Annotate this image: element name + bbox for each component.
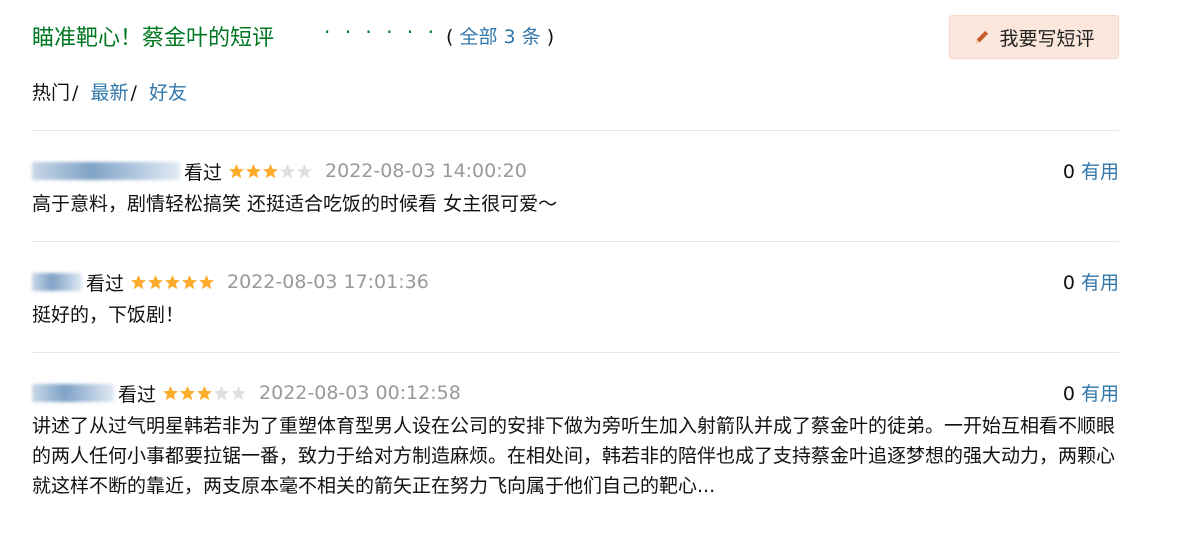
write-comment-button[interactable]: 我要写短评 (949, 15, 1119, 59)
title-dots: · · · · · · (324, 20, 438, 44)
vote-count: 0 (1062, 161, 1075, 183)
comment-count: ( 全部 3 条 ) (446, 22, 554, 49)
star-icon (197, 385, 212, 400)
tab-hot[interactable]: 热门 (32, 82, 70, 104)
comment-meta: 看过 2022-08-03 14:00:20 (32, 157, 1119, 185)
comment-text: 讲述了从过气明星韩若非为了重塑体育型男人设在公司的安排下做为旁听生加入射箭队并成… (32, 415, 1116, 497)
blurred-username[interactable] (32, 273, 82, 291)
comment-text: 挺好的，下饭剧！ (32, 304, 185, 326)
vote-count: 0 (1062, 272, 1075, 294)
star-icon (148, 274, 163, 289)
vote-count: 0 (1062, 383, 1075, 405)
star-icon (246, 163, 261, 178)
useful-button[interactable]: 有用 (1081, 383, 1119, 405)
count-open-paren: ( (446, 26, 454, 48)
star-icon (229, 163, 244, 178)
section-header: 瞄准靶心！蔡金叶的短评 · · · · · · ( 全部 3 条 ) 我要写短评 (32, 15, 1119, 59)
watch-status: 看过 (86, 272, 125, 295)
divider (32, 130, 1119, 131)
star-rating (162, 385, 247, 402)
star-icon (180, 385, 195, 400)
star-icon (263, 163, 278, 178)
divider (32, 241, 1119, 242)
blurred-username[interactable] (32, 384, 114, 402)
star-icon (231, 385, 246, 400)
tab-latest[interactable]: 最新 (90, 82, 128, 104)
comment-item: 看过 2022-08-03 00:12:58 0 有用 讲述了从过气明星韩若非为了… (32, 379, 1119, 501)
section-title: 瞄准靶心！蔡金叶的短评 (32, 26, 275, 51)
write-comment-label: 我要写短评 (999, 27, 1095, 50)
star-icon (214, 385, 229, 400)
comment-time: 2022-08-03 17:01:36 (227, 271, 429, 293)
watch-status: 看过 (184, 161, 223, 184)
divider (32, 352, 1119, 353)
tab-separator: / (72, 82, 79, 104)
star-rating (130, 274, 215, 291)
comment-text: 高于意料，剧情轻松搞笑 还挺适合吃饭的时候看 女主很可爱～ (32, 193, 558, 215)
comment-item: 看过 2022-08-03 17:01:36 0 有用 挺好的，下饭剧！ (32, 268, 1119, 330)
star-icon (297, 163, 312, 178)
star-icon (165, 274, 180, 289)
star-icon (131, 274, 146, 289)
star-icon (280, 163, 295, 178)
vote-area: 0 有用 (1063, 379, 1119, 406)
tab-friends[interactable]: 好友 (149, 82, 187, 104)
comment-meta: 看过 2022-08-03 00:12:58 (32, 379, 1119, 407)
useful-button[interactable]: 有用 (1081, 161, 1119, 183)
blurred-username[interactable] (32, 162, 180, 180)
pencil-icon (976, 30, 989, 44)
star-rating (228, 163, 313, 180)
useful-button[interactable]: 有用 (1081, 272, 1119, 294)
tab-separator: / (130, 82, 137, 104)
comment-item: 看过 2022-08-03 14:00:20 0 有用 高于意料，剧情轻松搞笑 还… (32, 157, 1119, 219)
sort-tabs: 热门 / 最新 / 好友 (32, 78, 187, 105)
watch-status: 看过 (118, 383, 157, 406)
count-close-paren: ) (546, 26, 555, 48)
comment-time: 2022-08-03 14:00:20 (325, 160, 527, 182)
vote-area: 0 有用 (1063, 157, 1119, 184)
vote-area: 0 有用 (1063, 268, 1119, 295)
star-icon (163, 385, 178, 400)
star-icon (182, 274, 197, 289)
star-icon (199, 274, 214, 289)
comment-meta: 看过 2022-08-03 17:01:36 (32, 268, 1119, 296)
all-comments-link[interactable]: 全部 3 条 (459, 26, 540, 48)
comment-time: 2022-08-03 00:12:58 (259, 382, 461, 404)
